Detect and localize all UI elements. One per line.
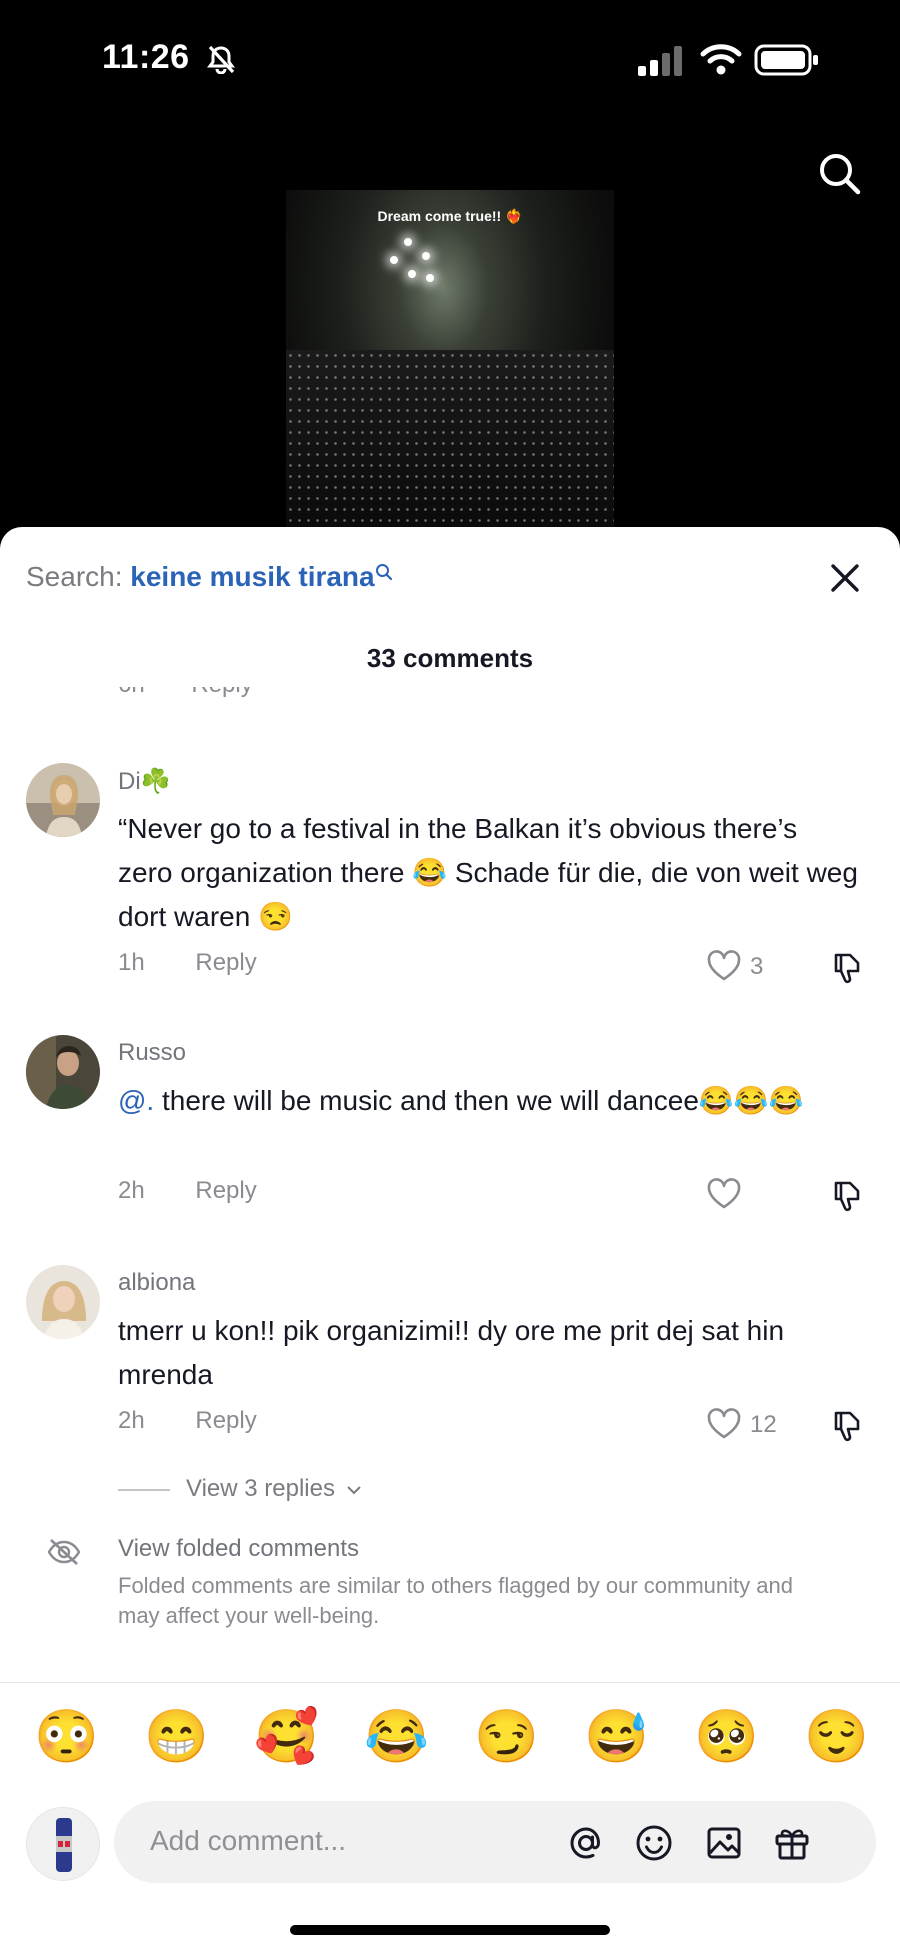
- heart-icon: [707, 1408, 741, 1439]
- search-term-link[interactable]: keine musik tirana: [130, 561, 374, 592]
- status-bar: 11:26: [0, 0, 900, 120]
- video-thumbnail[interactable]: Dream come true!! ❤️‍🔥: [286, 190, 614, 540]
- stage-light: [426, 274, 434, 282]
- at-sign-icon[interactable]: [566, 1823, 606, 1863]
- status-time: 11:26: [102, 38, 190, 76]
- emoji-button[interactable]: 😅: [584, 1707, 649, 1767]
- stage-light: [408, 270, 416, 278]
- comment-text: tmerr u kon!! pik organizimi!! dy ore me…: [118, 1315, 785, 1390]
- emoji-button[interactable]: 😏: [474, 1707, 539, 1767]
- cellular-signal-icon: [638, 46, 682, 76]
- divider-line: [118, 1488, 170, 1491]
- comment-username[interactable]: Di☘️: [118, 767, 171, 796]
- comment-time: 6h: [118, 687, 145, 698]
- reply-button[interactable]: Reply: [195, 1407, 256, 1434]
- stage-light: [404, 238, 412, 246]
- stage-light: [422, 252, 430, 260]
- comment-input[interactable]: Add comment...: [114, 1801, 876, 1883]
- comment-text: “Never go to a festival in the Balkan it…: [118, 813, 858, 932]
- reply-button[interactable]: Reply: [195, 949, 256, 976]
- partial-comment-row: 6h Reply: [0, 687, 900, 715]
- search-icon[interactable]: [816, 150, 862, 196]
- avatar[interactable]: [26, 1265, 100, 1339]
- dislike-icon[interactable]: [830, 1407, 866, 1443]
- bell-muted-icon: [207, 45, 235, 74]
- comment-input-placeholder: Add comment...: [150, 1825, 347, 1856]
- comment-input-row: Add comment...: [0, 1795, 900, 1885]
- smiley-icon[interactable]: [634, 1823, 674, 1863]
- dislike-icon[interactable]: [830, 1177, 866, 1213]
- folded-comments-description: Folded comments are similar to others fl…: [118, 1573, 793, 1628]
- close-icon[interactable]: [828, 561, 862, 595]
- comment-username[interactable]: Russo: [118, 1039, 186, 1067]
- battery-icon: [754, 44, 818, 76]
- stage-light: [390, 256, 398, 264]
- comment-count-title: 33 comments: [366, 643, 534, 673]
- home-indicator: [290, 1925, 610, 1935]
- view-replies-label: View 3 replies: [186, 1475, 335, 1502]
- emoji-button[interactable]: 😌: [804, 1707, 869, 1767]
- dislike-icon[interactable]: [830, 949, 866, 985]
- chevron-down-icon: [346, 1485, 361, 1495]
- wifi-icon: [700, 44, 742, 75]
- search-label: Search:: [26, 561, 123, 592]
- heart-icon: [707, 950, 741, 981]
- video-caption: Dream come true!! ❤️‍🔥: [377, 208, 523, 224]
- comments-sheet: Search: keine musik tirana 33 comments 6…: [0, 527, 900, 1951]
- gift-icon[interactable]: [772, 1823, 812, 1863]
- crowd-image: [286, 350, 614, 540]
- heart-icon: [707, 1178, 741, 1209]
- reply-button[interactable]: Reply: [195, 1177, 256, 1204]
- user-avatar[interactable]: [26, 1807, 100, 1881]
- emoji-button[interactable]: 🥺: [694, 1707, 759, 1767]
- like-button[interactable]: [706, 1177, 776, 1213]
- like-button[interactable]: 3: [706, 949, 776, 985]
- eye-off-icon: [47, 1539, 81, 1565]
- view-replies-button[interactable]: View 3 replies: [118, 1475, 362, 1503]
- mention-link[interactable]: @.: [118, 1085, 154, 1116]
- like-count: 3: [750, 953, 764, 980]
- like-count: 12: [750, 1411, 777, 1438]
- avatar[interactable]: [26, 1035, 100, 1109]
- search-suggestion[interactable]: Search: keine musik tirana: [26, 561, 393, 593]
- search-icon: [375, 564, 392, 581]
- comment-meta: 1h Reply: [118, 949, 257, 977]
- image-icon[interactable]: [704, 1823, 744, 1863]
- emoji-button[interactable]: 😂: [364, 1707, 429, 1767]
- comment-username[interactable]: albiona: [118, 1269, 195, 1297]
- comment-time: 2h: [118, 1177, 145, 1204]
- view-folded-comments-button[interactable]: View folded comments: [118, 1535, 359, 1563]
- avatar[interactable]: [26, 763, 100, 837]
- like-button[interactable]: 12: [706, 1407, 777, 1443]
- emoji-quick-bar: 😳 😁 🥰 😂 😏 😅 🥺 😌: [0, 1707, 900, 1777]
- comment-time: 1h: [118, 949, 145, 976]
- comment-time: 2h: [118, 1407, 145, 1434]
- comment-text: @. there will be music and then we will …: [118, 1079, 858, 1123]
- reply-button[interactable]: Reply: [191, 687, 252, 698]
- comment-meta: 2h Reply: [118, 1177, 257, 1205]
- comment-body: there will be music and then we will dan…: [154, 1085, 804, 1116]
- divider: [0, 1682, 900, 1683]
- emoji-button[interactable]: 🥰: [254, 1707, 319, 1767]
- emoji-button[interactable]: 😁: [144, 1707, 209, 1767]
- emoji-button[interactable]: 😳: [34, 1707, 99, 1767]
- comment-meta: 2h Reply: [118, 1407, 257, 1435]
